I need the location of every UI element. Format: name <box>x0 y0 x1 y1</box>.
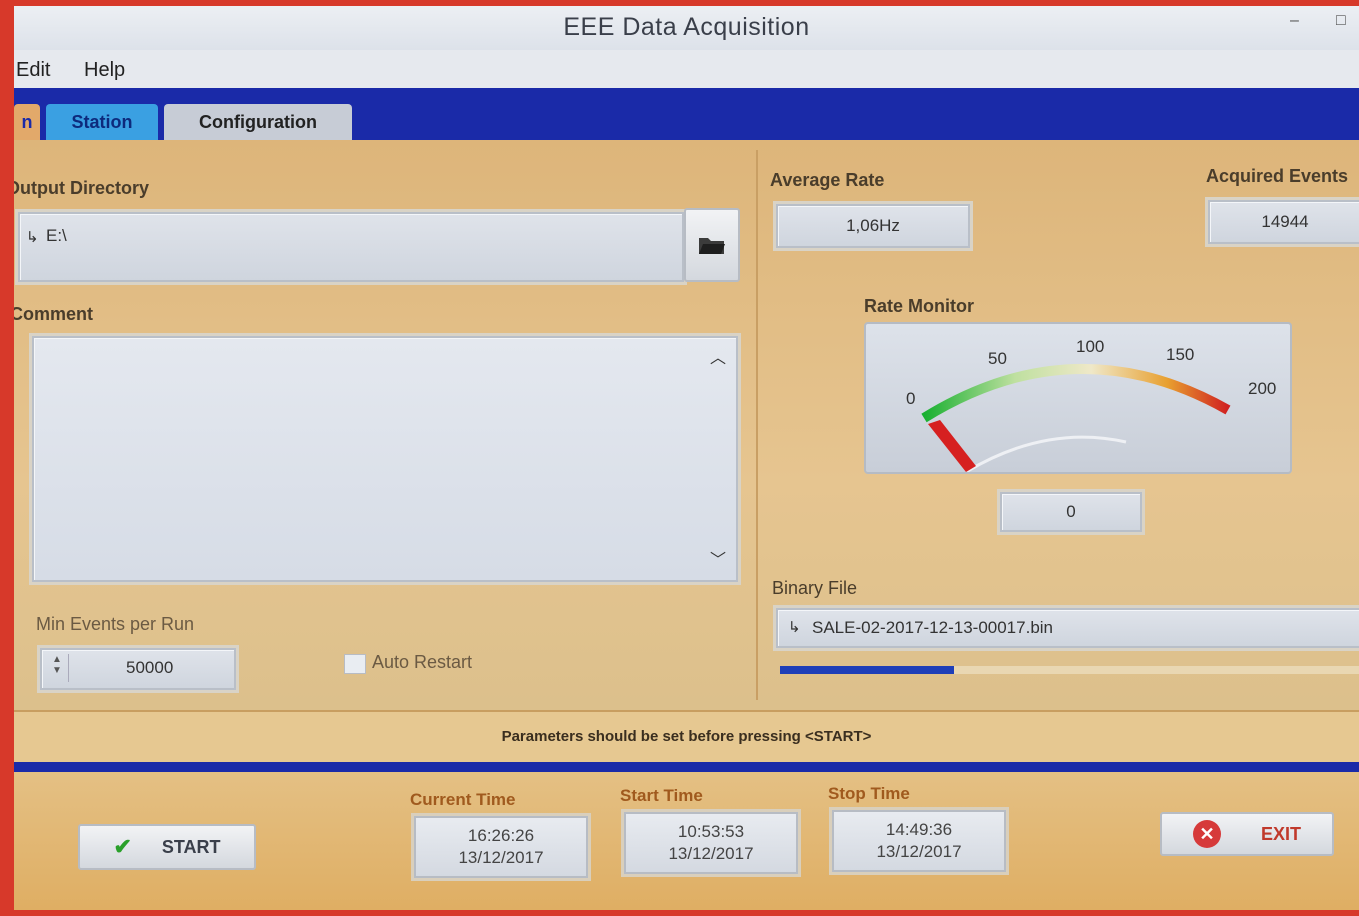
start-button[interactable]: ✔ START <box>78 824 256 870</box>
start-button-label: START <box>161 836 221 857</box>
tab-main-label: n <box>21 111 33 132</box>
acquired-events-value: 14944 <box>1261 212 1309 231</box>
binary-file-value: SALE-02-2017-12-13-00017.bin <box>812 618 1054 637</box>
current-time-value: 16:26:26 <box>467 826 535 845</box>
binary-file-field: ↳ SALE-02-2017-12-13-00017.bin <box>776 608 1359 648</box>
tab-configuration-label: Configuration <box>199 111 317 132</box>
auto-restart-label: Auto Restart <box>372 652 473 672</box>
gauge-tick-100: 100 <box>1076 337 1104 356</box>
current-time-label: Current Time <box>410 790 516 809</box>
maximize-button[interactable]: □ <box>1336 12 1352 29</box>
menu-bar: Edit Help <box>14 50 1359 88</box>
file-path-icon: ↳ <box>788 619 801 636</box>
tab-station-label: Station <box>71 111 133 132</box>
folder-icon <box>699 238 725 254</box>
progress-fill <box>780 666 954 674</box>
scroll-up-icon[interactable]: ︿ <box>710 344 726 368</box>
min-events-stepper[interactable]: ▲ ▼ <box>46 654 69 682</box>
title-bar: EEE Data Acquisition – □ <box>14 6 1359 50</box>
rate-gauge: 0 50 100 150 200 <box>864 322 1292 474</box>
stepper-up-icon[interactable]: ▲ <box>46 654 68 665</box>
menu-help[interactable]: Help <box>84 59 125 82</box>
app-window: EEE Data Acquisition – □ Edit Help n Sta… <box>14 6 1359 910</box>
comment-label: Comment <box>14 304 94 324</box>
configuration-panel: Output Directory ↳ E:\ Comment ︿ ﹀ Min E… <box>14 140 1359 710</box>
close-icon: ✕ <box>1192 820 1221 848</box>
gauge-svg: 0 50 100 150 200 <box>906 337 1276 474</box>
status-divider <box>14 762 1359 772</box>
menu-edit[interactable]: Edit <box>16 59 50 82</box>
rate-monitor-label: Rate Monitor <box>864 296 974 316</box>
check-icon: ✔ <box>113 834 132 859</box>
path-icon: ↳ <box>26 229 39 246</box>
status-message: Parameters should be set before pressing… <box>501 728 872 745</box>
average-rate-label: Average Rate <box>770 170 885 190</box>
tab-configuration[interactable]: Configuration <box>164 104 352 140</box>
auto-restart-checkbox[interactable] <box>344 654 366 674</box>
exit-button-label: EXIT <box>1260 823 1301 844</box>
tab-strip: n Station Configuration <box>14 88 1359 140</box>
min-events-value: 50000 <box>126 658 174 677</box>
rate-display-value: 0 <box>1066 502 1076 521</box>
acquired-events-label: Acquired Events <box>1206 166 1349 186</box>
status-bar: Parameters should be set before pressing… <box>14 710 1359 764</box>
browse-folder-button[interactable] <box>684 208 740 282</box>
exit-button[interactable]: ✕ EXIT <box>1160 812 1334 856</box>
window-title: EEE Data Acquisition <box>563 13 810 41</box>
tab-station[interactable]: Station <box>46 104 158 140</box>
comment-textarea[interactable]: ︿ ﹀ <box>32 336 738 582</box>
gauge-arc <box>921 363 1231 423</box>
progress-bar <box>780 666 1359 674</box>
average-rate-display: 1,06Hz <box>776 204 970 248</box>
start-date-value: 13/12/2017 <box>668 844 754 863</box>
gauge-needle <box>928 420 976 472</box>
stop-date-value: 13/12/2017 <box>876 842 962 861</box>
control-bar: ✔ START Current Time 16:26:26 13/12/2017… <box>14 772 1359 910</box>
start-time-label: Start Time <box>620 786 703 805</box>
min-events-label: Min Events per Run <box>36 614 195 634</box>
gauge-tick-0: 0 <box>906 389 915 408</box>
gauge-tick-200: 200 <box>1248 379 1276 398</box>
minimize-button[interactable]: – <box>1290 12 1306 29</box>
scroll-down-icon[interactable]: ﹀ <box>710 546 726 570</box>
start-time-display: 10:53:53 13/12/2017 <box>624 812 798 874</box>
min-events-field[interactable]: ▲ ▼ 50000 <box>40 648 236 690</box>
start-time-value: 10:53:53 <box>677 822 745 841</box>
rate-value-display: 0 <box>1000 492 1142 532</box>
stop-time-display: 14:49:36 13/12/2017 <box>832 810 1006 872</box>
output-directory-field[interactable]: ↳ E:\ <box>18 212 684 282</box>
average-rate-value: 1,06Hz <box>846 216 900 235</box>
stepper-down-icon[interactable]: ▼ <box>46 665 68 676</box>
output-directory-label: Output Directory <box>14 178 150 198</box>
gauge-inner-arc <box>965 435 1127 474</box>
acquired-events-display: 14944 <box>1208 200 1359 244</box>
output-directory-value: E:\ <box>46 226 67 245</box>
stop-time-value: 14:49:36 <box>885 820 953 839</box>
binary-file-label: Binary File <box>772 578 858 598</box>
current-time-display: 16:26:26 13/12/2017 <box>414 816 588 878</box>
gauge-tick-50: 50 <box>988 349 1007 368</box>
stop-time-label: Stop Time <box>828 784 910 803</box>
tab-main[interactable]: n <box>14 104 40 140</box>
gauge-tick-150: 150 <box>1166 345 1194 364</box>
panel-divider <box>756 150 758 700</box>
current-date-value: 13/12/2017 <box>458 848 544 867</box>
